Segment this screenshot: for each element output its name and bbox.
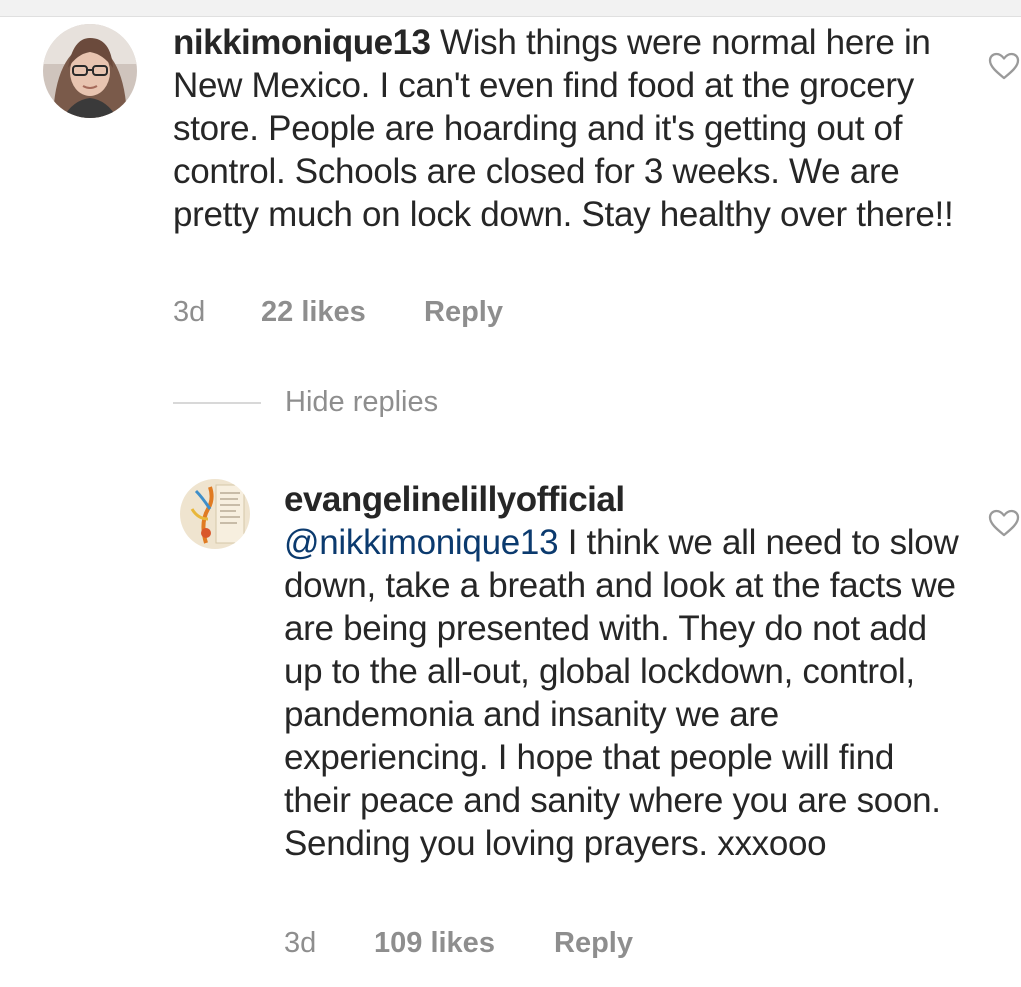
comment-body: nikkimonique13 Wish things were normal h…: [173, 21, 963, 236]
profile-photo-nikkimonique13: [43, 24, 137, 118]
comment-meta: 3d 22 likes Reply: [173, 296, 503, 329]
heart-outline-icon[interactable]: [988, 52, 1020, 80]
reply-username[interactable]: evangelinelillyofficial: [284, 478, 964, 521]
top-divider: [0, 0, 1021, 17]
reply-timestamp: 3d: [284, 927, 317, 959]
reply-body: evangelinelillyofficial @nikkimonique13 …: [284, 478, 964, 865]
avatar[interactable]: [180, 479, 250, 549]
hide-replies-toggle[interactable]: Hide replies: [173, 386, 438, 419]
comment-timestamp: 3d: [173, 296, 206, 328]
profile-photo-evangelinelillyofficial: [180, 479, 250, 549]
comment-likes-count[interactable]: 22 likes: [261, 296, 424, 329]
reply-button[interactable]: Reply: [424, 296, 503, 329]
reply-meta: 3d 109 likes Reply: [284, 927, 633, 960]
reply-text: I think we all need to slow down, take a…: [284, 523, 959, 863]
comment-username[interactable]: nikkimonique13: [173, 23, 431, 62]
avatar[interactable]: [43, 24, 137, 118]
heart-outline-icon[interactable]: [988, 509, 1020, 537]
reply-button[interactable]: Reply: [554, 927, 633, 960]
reply-mention-link[interactable]: @nikkimonique13: [284, 523, 559, 562]
hide-replies-divider: [173, 401, 261, 404]
hide-replies-label[interactable]: Hide replies: [285, 386, 438, 419]
reply-likes-count[interactable]: 109 likes: [374, 927, 554, 960]
